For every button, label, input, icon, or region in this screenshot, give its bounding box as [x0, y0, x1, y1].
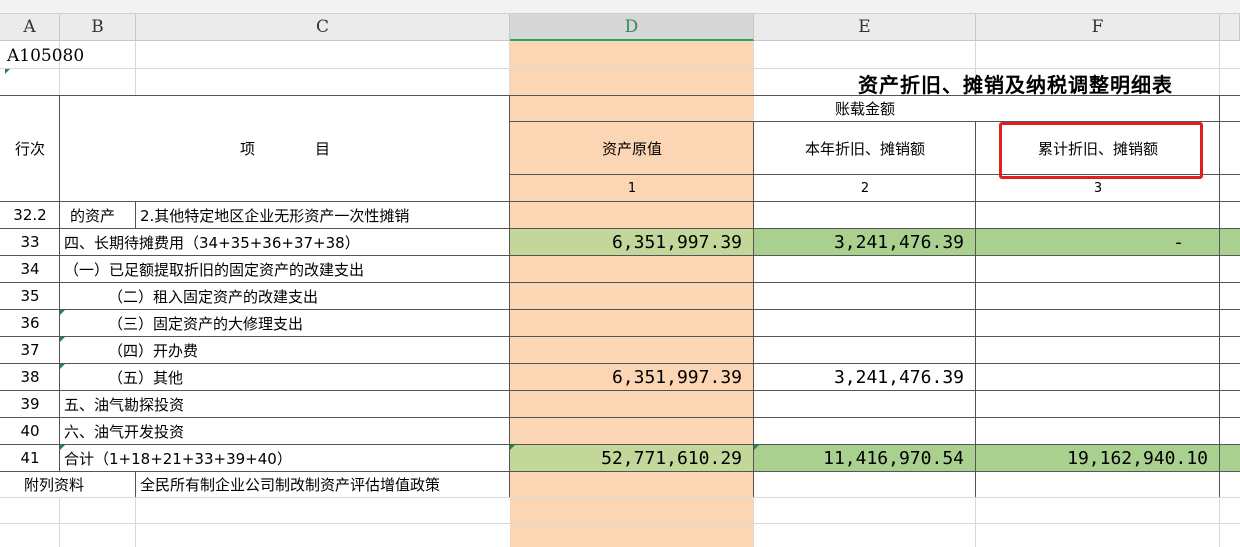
- row-item-c: 2.其他特定地区企业无形资产一次性摊销: [140, 206, 410, 225]
- row-item: （一）已足额提取折旧的固定资产的改建支出: [64, 260, 365, 279]
- row-value-f[interactable]: -: [976, 229, 1184, 255]
- row-number: 37: [20, 341, 40, 359]
- cell-marker: [60, 364, 65, 369]
- row-item-b: 的资产: [70, 206, 116, 225]
- row-item: （三）固定资产的大修理支出: [108, 314, 304, 333]
- row-item: （二）租入固定资产的改建支出: [108, 287, 319, 306]
- header-col-2: 2: [860, 180, 870, 196]
- header-item: 项 目: [239, 140, 330, 158]
- appendix-label: 附列资料: [24, 476, 85, 494]
- cell-marker: [754, 445, 759, 450]
- column-header-d[interactable]: D: [510, 14, 754, 41]
- header-top-strip: [0, 0, 1240, 14]
- row-value-f[interactable]: 19,162,940.10: [976, 445, 1208, 471]
- row-number: 41: [20, 449, 40, 467]
- form-code: A105080: [7, 46, 85, 66]
- column-header-c[interactable]: C: [136, 14, 510, 41]
- row-number: 38: [20, 368, 40, 386]
- row-number: 35: [20, 287, 40, 305]
- highlight-box: [999, 122, 1203, 179]
- row-number: 32.2: [13, 206, 47, 224]
- row-value-d[interactable]: 6,351,997.39: [510, 364, 742, 390]
- column-header-b[interactable]: B: [60, 14, 136, 41]
- page-title: 资产折旧、摊销及纳税调整明细表: [858, 72, 1173, 97]
- row-item: 五、油气勘探投资: [64, 395, 185, 414]
- row-item: 四、长期待摊费用（34+35+36+37+38）: [64, 233, 360, 252]
- row-value-e[interactable]: 3,241,476.39: [754, 229, 964, 255]
- cell-marker: [60, 337, 65, 342]
- row-value-d[interactable]: 52,771,610.29: [510, 445, 742, 471]
- column-header-g[interactable]: [1220, 14, 1240, 41]
- column-header-a[interactable]: A: [0, 14, 60, 41]
- cell-marker: [5, 69, 10, 74]
- row-number: 34: [20, 260, 40, 278]
- row-item: 合计（1+18+21+33+39+40）: [64, 449, 292, 468]
- column-header-e[interactable]: E: [754, 14, 976, 41]
- header-book-amount: 账载金额: [834, 100, 895, 118]
- row-value-e[interactable]: 3,241,476.39: [754, 364, 964, 390]
- cell-marker: [510, 445, 515, 450]
- cell-marker: [60, 445, 65, 450]
- header-current-year: 本年折旧、摊销额: [804, 139, 925, 158]
- cell-marker: [60, 310, 65, 315]
- row-item: （四）开办费: [108, 341, 199, 360]
- row-number: 39: [20, 395, 40, 413]
- header-original-value: 资产原值: [601, 139, 662, 158]
- row-value-d[interactable]: 6,351,997.39: [510, 229, 742, 255]
- row-item: 六、油气开发投资: [64, 422, 185, 441]
- row-number: 40: [20, 422, 40, 440]
- header-row-no: 行次: [14, 140, 45, 158]
- column-header-f[interactable]: F: [976, 14, 1220, 41]
- row-number: 36: [20, 314, 40, 332]
- row-item: （五）其他: [108, 368, 184, 387]
- appendix-text: 全民所有制企业公司制改制资产评估增值政策: [140, 476, 441, 494]
- header-col-1: 1: [627, 180, 637, 196]
- row-number: 33: [20, 233, 40, 251]
- row-value-e[interactable]: 11,416,970.54: [754, 445, 964, 471]
